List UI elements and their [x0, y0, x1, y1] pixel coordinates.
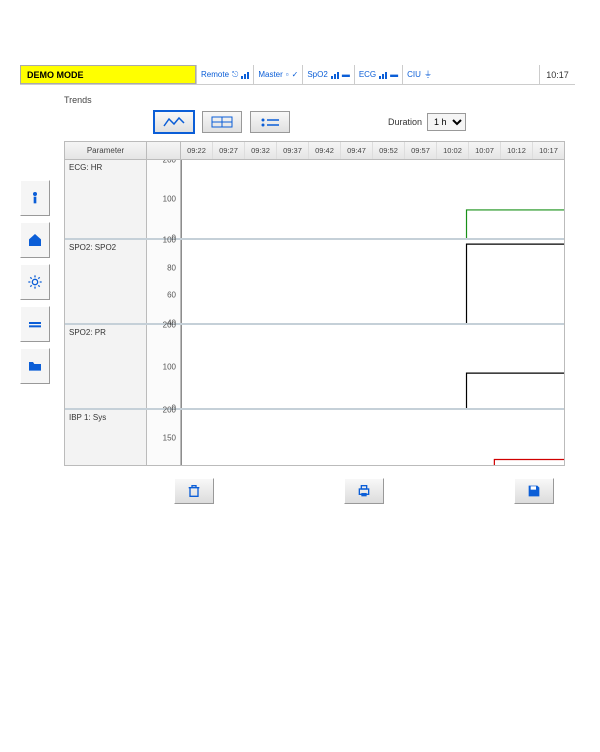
gear-icon [27, 274, 43, 290]
rail-patient-button[interactable] [20, 180, 50, 216]
rail-home-button[interactable] [20, 222, 50, 258]
battery-icon: ▬ [390, 70, 398, 79]
folder-icon [27, 358, 43, 374]
time-tick: 10:17 [533, 142, 564, 159]
home-icon [27, 232, 43, 248]
trash-button[interactable] [174, 478, 214, 504]
demo-mode-badge: DEMO MODE [20, 65, 196, 84]
section-title: Trends [64, 95, 565, 105]
time-tick: 10:02 [437, 142, 469, 159]
chart-row: ECG: HR2001000 [65, 160, 564, 240]
plot-area[interactable] [181, 325, 564, 408]
list-icon [259, 116, 281, 128]
time-tick: 09:42 [309, 142, 341, 159]
rail-settings-button[interactable] [20, 264, 50, 300]
time-tick: 10:12 [501, 142, 533, 159]
view-graph-button[interactable] [154, 111, 194, 133]
param-label: IBP 1: Sys [65, 410, 147, 465]
chart-row: IBP 1: Sys200150 [65, 410, 564, 465]
scale-cell: 200150 [147, 410, 181, 465]
param-label: SPO2: PR [65, 325, 147, 408]
param-label: ECG: HR [65, 160, 147, 238]
scale-cell: 2001000 [147, 325, 181, 408]
print-button[interactable] [344, 478, 384, 504]
status-ecg[interactable]: ECG ▬ [354, 65, 402, 84]
clock: 10:17 [539, 65, 575, 84]
print-icon [356, 483, 372, 499]
signal-icon [331, 71, 339, 79]
left-rail [20, 85, 54, 585]
duration-select[interactable]: 1 h [427, 113, 466, 131]
time-tick: 09:47 [341, 142, 373, 159]
time-tick: 09:37 [277, 142, 309, 159]
layout-icon [27, 316, 43, 332]
rail-folder-button[interactable] [20, 348, 50, 384]
param-header: Parameter [65, 142, 147, 159]
signal-icon [241, 71, 249, 79]
scale-cell: 2001000 [147, 160, 181, 238]
view-table-button[interactable] [202, 111, 242, 133]
trend-chart: Parameter 09:2209:2709:3209:3709:4209:47… [64, 141, 565, 466]
time-tick: 09:22 [181, 142, 213, 159]
status-row: Remote ⎋ Master ▫ ✓ SpO2 ▬ ECG ▬ CIU [196, 65, 539, 84]
status-ciu[interactable]: CIU ⏚ [402, 65, 436, 84]
status-spo2[interactable]: SpO2 ▬ [302, 65, 353, 84]
table-icon [211, 116, 233, 128]
time-tick: 09:32 [245, 142, 277, 159]
status-remote[interactable]: Remote ⎋ [196, 65, 253, 84]
plot-area[interactable] [181, 240, 564, 323]
master-icon: ▫ [286, 70, 289, 79]
battery-icon: ▬ [342, 70, 350, 79]
rail-layout-button[interactable] [20, 306, 50, 342]
graph-icon [163, 116, 185, 128]
time-tick: 09:57 [405, 142, 437, 159]
save-icon [526, 483, 542, 499]
trash-icon [186, 483, 202, 499]
topbar: DEMO MODE Remote ⎋ Master ▫ ✓ SpO2 ▬ ECG… [20, 65, 575, 85]
plot-area[interactable] [181, 410, 564, 465]
patient-icon [27, 190, 43, 206]
link-icon: ⎋ [232, 70, 238, 80]
time-tick: 10:07 [469, 142, 501, 159]
view-list-button[interactable] [250, 111, 290, 133]
plot-area[interactable] [181, 160, 564, 238]
status-master[interactable]: Master ▫ ✓ [253, 65, 302, 84]
check-icon: ✓ [292, 70, 299, 79]
duration-label: Duration [388, 117, 422, 127]
chart-row: SPO2: PR2001000 [65, 325, 564, 410]
scale-cell: 100806040 [147, 240, 181, 323]
param-label: SPO2: SPO2 [65, 240, 147, 323]
time-tick: 09:27 [213, 142, 245, 159]
save-button[interactable] [514, 478, 554, 504]
signal-icon [379, 71, 387, 79]
plug-icon: ⏚ [424, 69, 432, 80]
chart-row: SPO2: SPO2100806040 [65, 240, 564, 325]
time-tick: 09:52 [373, 142, 405, 159]
